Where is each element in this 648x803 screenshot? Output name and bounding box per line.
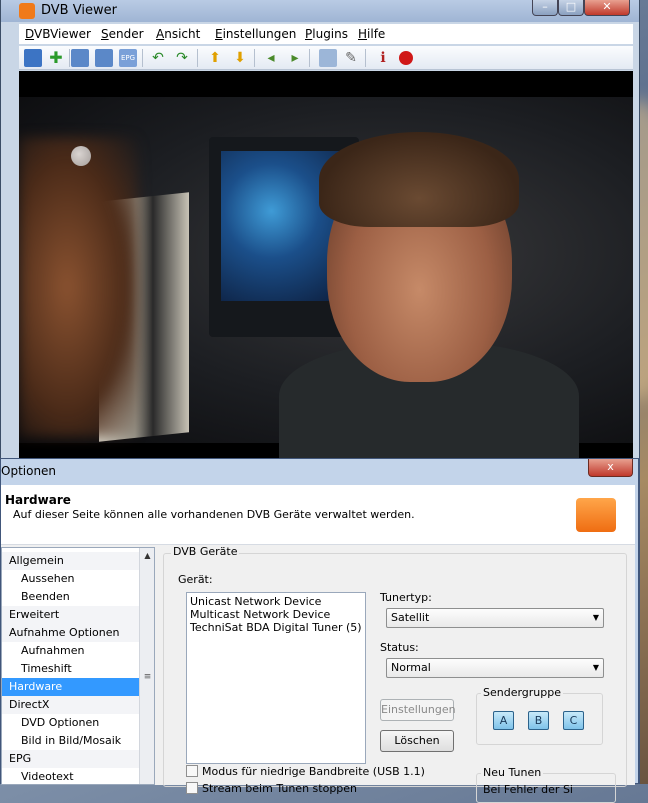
nav-item-videotext[interactable]: Videotext: [2, 768, 139, 784]
status-select[interactable]: Normal ▼: [386, 658, 604, 678]
nav-item-dvd-optionen[interactable]: DVD Optionen: [2, 714, 139, 732]
toolbar-separator: [254, 49, 255, 67]
bandwidth-checkbox-label: Modus für niedrige Bandbreite (USB 1.1): [202, 765, 425, 778]
channel-logo-icon: [71, 146, 91, 166]
options-nav-tree: Allgemein Aussehen Beenden Erweitert Auf…: [1, 547, 155, 785]
nav-scrollbar[interactable]: ▲ ≡: [139, 548, 154, 784]
loeschen-button[interactable]: Löschen: [380, 730, 454, 752]
page-description: Auf dieser Seite können alle vorhandenen…: [13, 508, 415, 521]
chevron-down-icon: ▼: [592, 613, 599, 622]
teletext-icon[interactable]: [71, 49, 89, 67]
menu-sender[interactable]: Sender: [101, 27, 144, 41]
options-body: Allgemein Aussehen Beenden Erweitert Auf…: [1, 545, 635, 803]
info-icon[interactable]: ℹ: [374, 49, 392, 67]
sendergruppe-label: Sendergruppe: [481, 686, 564, 699]
scroll-up-icon[interactable]: ▲: [140, 548, 154, 564]
snapshot-icon[interactable]: [319, 49, 337, 67]
volume-up-icon[interactable]: ▸: [286, 49, 304, 67]
next-channel-icon[interactable]: ↷: [173, 49, 191, 67]
menu-plugins[interactable]: Plugins: [305, 27, 348, 41]
dvb-devices-group-title: DVB Geräte: [171, 545, 240, 558]
nav-item-aufnahme-optionen[interactable]: Aufnahme Optionen: [2, 624, 139, 642]
nav-item-erweitert[interactable]: Erweitert: [2, 606, 139, 624]
device-item[interactable]: Multicast Network Device: [190, 608, 362, 621]
dvb-app-icon: [19, 3, 35, 19]
epg-icon[interactable]: EPG: [119, 49, 137, 67]
dvb-devices-group: DVB Geräte Gerät: Unicast Network Device…: [163, 545, 627, 803]
toolbar-separator: [365, 49, 366, 67]
status-label: Status:: [380, 641, 419, 654]
toolbar: ✚ EPG ↶ ↷ ⬆ ⬇ ◂ ▸ ✎ ℹ: [19, 46, 633, 70]
chevron-down-icon: ▼: [592, 663, 599, 672]
dvb-logo-icon: [576, 498, 616, 532]
menu-einstellungen[interactable]: Einstellungen: [215, 27, 296, 41]
sendergruppe-c-button[interactable]: C: [563, 711, 584, 730]
favorite-up-icon[interactable]: ⬆: [206, 49, 224, 67]
nav-item-aussehen[interactable]: Aussehen: [2, 570, 139, 588]
device-label: Gerät:: [178, 573, 213, 586]
video-display[interactable]: [19, 71, 633, 460]
scene-person-hair: [319, 132, 519, 227]
device-item[interactable]: TechniSat BDA Digital Tuner (5): [190, 621, 362, 634]
status-value: Normal: [391, 661, 431, 674]
previous-channel-icon[interactable]: ↶: [149, 49, 167, 67]
einstellungen-button[interactable]: Einstellungen: [380, 699, 456, 721]
add-icon[interactable]: ✚: [47, 49, 65, 67]
nav-item-beenden[interactable]: Beenden: [2, 588, 139, 606]
settings-wrench-icon[interactable]: ✎: [342, 49, 360, 67]
minimize-button[interactable]: –: [532, 0, 558, 16]
nav-item-hardware[interactable]: Hardware: [2, 678, 139, 696]
toolbar-separator: [309, 49, 310, 67]
dvb-viewer-window: DVB Viewer – □ ✕ DVBViewer Sender Ansich…: [0, 0, 640, 470]
options-close-button[interactable]: x: [588, 459, 633, 477]
device-item[interactable]: Unicast Network Device: [190, 595, 362, 608]
nav-item-epg[interactable]: EPG: [2, 750, 139, 768]
nav-item-bild-in-bild[interactable]: Bild in Bild/Mosaik: [2, 732, 139, 750]
scene-blur: [19, 137, 139, 437]
neu-tunen-group: Neu Tunen Bei Fehler der Si: [476, 766, 616, 803]
bandwidth-checkbox[interactable]: [186, 765, 198, 777]
options-title: Optionen: [1, 464, 57, 478]
scroll-grip-icon[interactable]: ≡: [142, 672, 153, 686]
favorite-down-icon[interactable]: ⬇: [231, 49, 249, 67]
neu-tunen-text: Bei Fehler der Si: [483, 783, 573, 796]
menu-hilfe[interactable]: Hilfe: [358, 27, 385, 41]
tv-scene-image: [19, 97, 633, 460]
record-icon[interactable]: [399, 51, 413, 65]
tunertyp-value: Satellit: [391, 611, 430, 624]
sendergruppe-b-button[interactable]: B: [528, 711, 549, 730]
nav-item-allgemein[interactable]: Allgemein: [2, 552, 139, 570]
nav-item-timeshift[interactable]: Timeshift: [2, 660, 139, 678]
toolbar-separator: [142, 49, 143, 67]
menu-ansicht[interactable]: Ansicht: [156, 27, 200, 41]
tunertyp-select[interactable]: Satellit ▼: [386, 608, 604, 628]
sendergruppe-a-button[interactable]: A: [493, 711, 514, 730]
toolbar-separator: [69, 49, 70, 67]
menu-bar: DVBViewer Sender Ansicht Einstellungen P…: [19, 24, 633, 44]
device-list[interactable]: Unicast Network Device Multicast Network…: [186, 592, 366, 764]
toolbar-separator: [197, 49, 198, 67]
tunertyp-label: Tunertyp:: [380, 591, 432, 604]
nav-item-aufnahmen[interactable]: Aufnahmen: [2, 642, 139, 660]
close-button[interactable]: ✕: [584, 0, 630, 16]
menu-dvbviewer[interactable]: DVBViewer: [25, 27, 91, 41]
osd-icon[interactable]: [95, 49, 113, 67]
maximize-button[interactable]: □: [558, 0, 584, 16]
sendergruppe-group: Sendergruppe A B C: [476, 686, 603, 745]
neu-tunen-label: Neu Tunen: [481, 766, 544, 779]
nav-item-directx[interactable]: DirectX: [2, 696, 139, 714]
channel-list-icon[interactable]: [24, 49, 42, 67]
options-header: Hardware Auf dieser Seite können alle vo…: [1, 485, 635, 545]
viewer-title: DVB Viewer: [41, 3, 117, 18]
volume-down-icon[interactable]: ◂: [262, 49, 280, 67]
page-title: Hardware: [5, 493, 71, 507]
options-dialog: Optionen x Hardware Auf dieser Seite kön…: [0, 458, 640, 803]
